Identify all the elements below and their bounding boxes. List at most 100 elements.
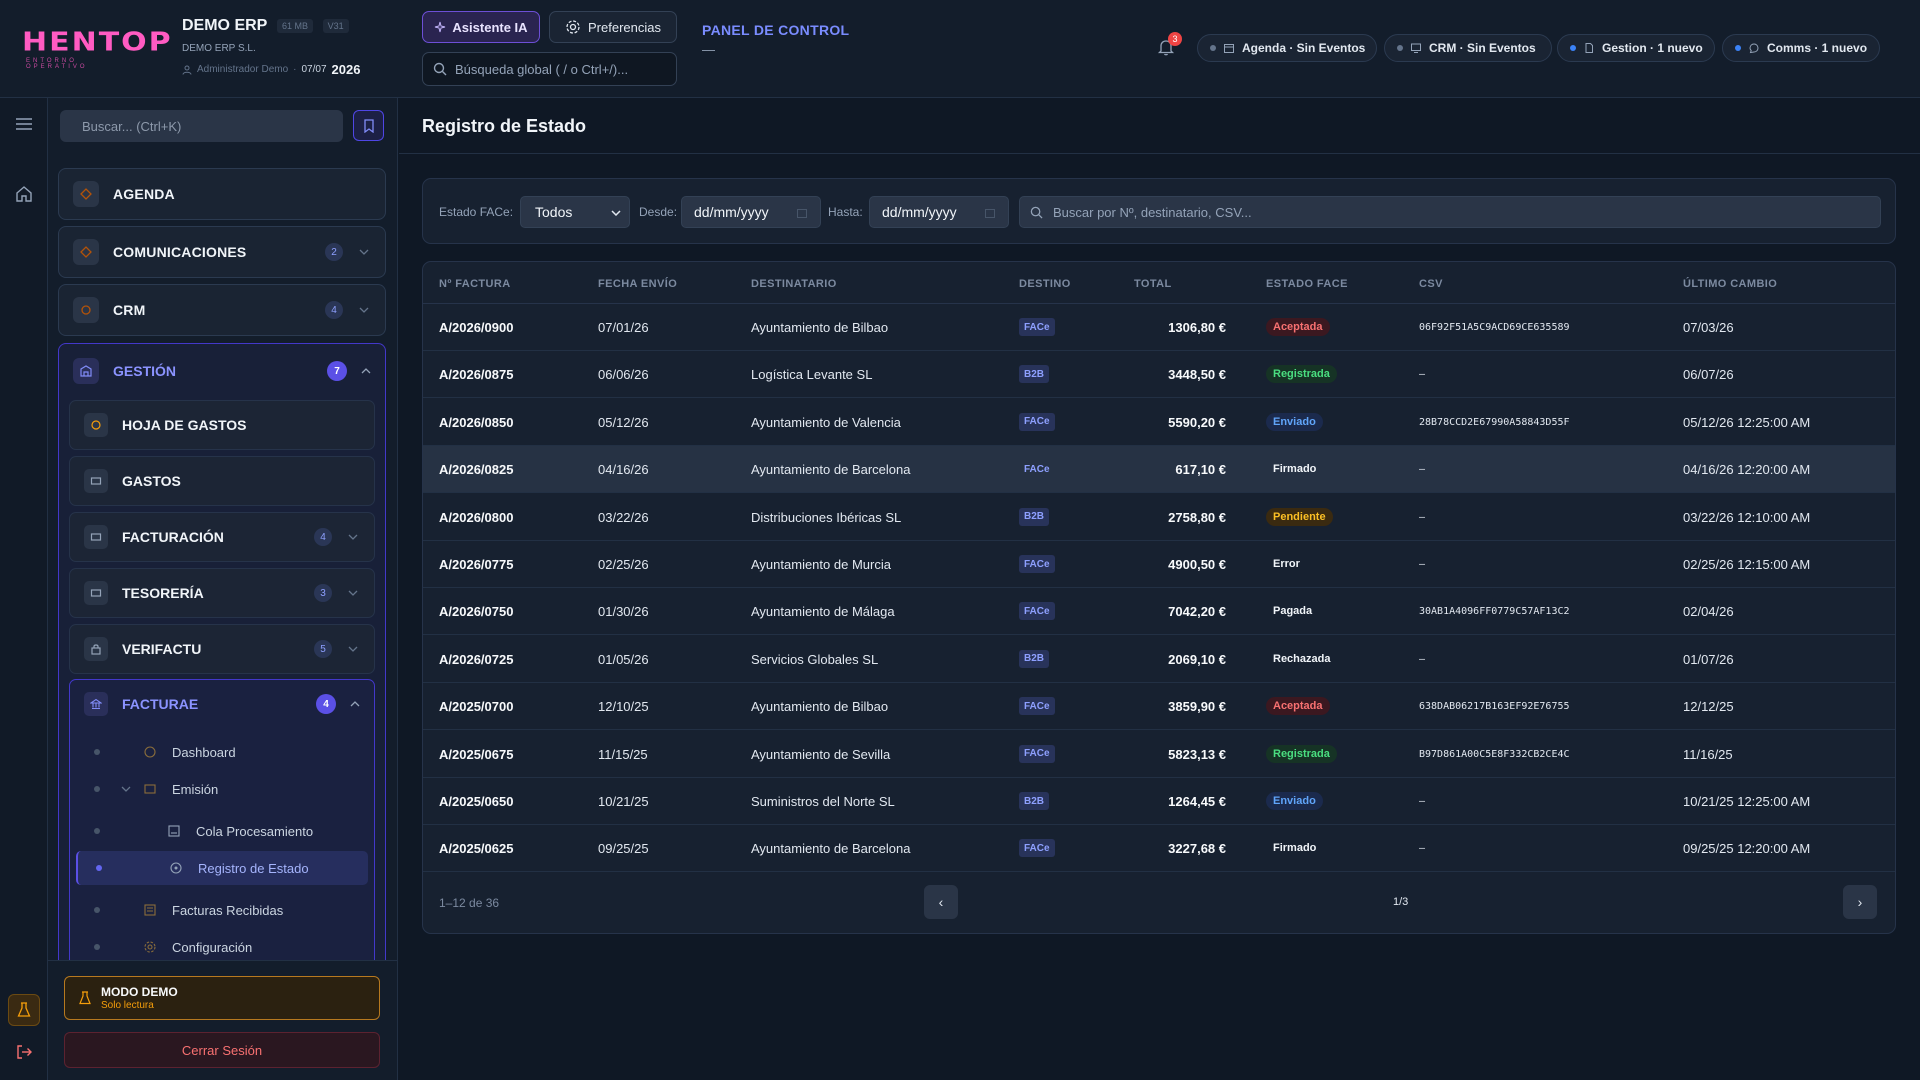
column-header-destinatario[interactable]: DESTINATARIO (751, 278, 837, 290)
next-page-button[interactable]: › (1843, 885, 1877, 919)
destination-badge: FACe (1019, 744, 1055, 763)
sidebar-item-gastos[interactable]: GASTOS (69, 456, 375, 506)
column-header-ultimo-cambio[interactable]: ÚLTIMO CAMBIO (1683, 278, 1777, 290)
tree-item-cola-procesamiento[interactable]: Cola Procesamiento (76, 814, 368, 848)
status-pill-gestion[interactable]: Gestion · 1 nuevo (1557, 34, 1715, 62)
cell-total: 617,10 € (1175, 462, 1226, 478)
cell-send-date: 09/25/25 (598, 841, 649, 857)
app-logo[interactable]: HENTOP ENTORNO OPERATIVO (22, 30, 171, 70)
company-name: DEMO ERP (182, 17, 268, 34)
status-pill-comms[interactable]: Comms · 1 nuevo (1722, 34, 1880, 62)
tree-item-dashboard[interactable]: Dashboard (76, 735, 368, 769)
sidebar-item-label: GASTOS (122, 473, 181, 489)
chevron-down-icon (611, 207, 621, 216)
tree-item-registro-de-estado[interactable]: Registro de Estado (76, 851, 368, 885)
global-search-input[interactable] (455, 61, 665, 77)
sidebar-item-crm[interactable]: CRM 4 (58, 284, 386, 336)
cell-recipient: Suministros del Norte SL (751, 794, 895, 809)
panel-title[interactable]: PANEL DE CONTROL (702, 22, 849, 38)
ai-assistant-button[interactable]: Asistente IA (422, 11, 540, 43)
cell-send-date: 04/16/26 (598, 462, 649, 478)
table-search[interactable] (1019, 196, 1881, 228)
menu-toggle-button[interactable] (12, 112, 36, 136)
notifications-button[interactable]: 3 (1157, 32, 1182, 58)
icon-rail (0, 98, 48, 1080)
table-row[interactable]: A/2026/0900 07/01/26 Ayuntamiento de Bilba… (423, 304, 1895, 351)
table-row[interactable]: A/2026/0800 03/22/26 Distribuciones Ibéric… (423, 494, 1895, 541)
table-row[interactable]: A/2025/0675 11/15/25 Ayuntamiento de Sevil… (423, 731, 1895, 778)
table-row[interactable]: A/2026/0825 04/16/26 Ayuntamiento de Barce… (423, 446, 1895, 494)
user-name: Administrador Demo (197, 64, 289, 75)
logout-button[interactable]: Cerrar Sesión (64, 1032, 380, 1068)
sidebar-item-comunicaciones[interactable]: COMUNICACIONES 2 (58, 226, 386, 278)
estado-face-select[interactable]: Todos (520, 196, 630, 228)
table-row[interactable]: A/2026/0850 05/12/26 Ayuntamiento de Valen… (423, 399, 1895, 446)
logout-icon-button[interactable] (12, 1040, 36, 1064)
cell-send-date: 12/10/25 (598, 699, 649, 715)
table-row[interactable]: A/2026/0725 01/05/26 Servicios Globales SL… (423, 636, 1895, 683)
lock-icon (84, 637, 108, 661)
cell-last-change: 10/21/25 12:25:00 AM (1683, 794, 1811, 809)
status-pill-crm[interactable]: CRM · Sin Eventos (1384, 34, 1552, 62)
table-row[interactable]: A/2026/0750 01/30/26 Ayuntamiento de Málag… (423, 588, 1895, 636)
chevron-down-icon[interactable] (118, 781, 134, 797)
desde-date-input[interactable]: dd/mm/yyyy (681, 196, 821, 228)
hasta-date-input[interactable]: dd/mm/yyyy (869, 196, 1009, 228)
sidebar-item-label: CRM (113, 302, 146, 318)
status-badge: Enviado (1266, 412, 1323, 431)
sidebar-item-facturacion[interactable]: FACTURACIÓN 4 (69, 512, 375, 562)
page-title: Registro de Estado (422, 116, 587, 136)
tree-item-configuracion[interactable]: Configuración (76, 930, 368, 964)
sidebar-search-input[interactable] (82, 118, 322, 134)
column-header-num[interactable]: Nº FACTURA (439, 278, 511, 290)
preferences-button[interactable]: Preferencias (549, 11, 677, 43)
cell-last-change: 12/12/25 (1683, 699, 1734, 715)
tree-item-label: Dashboard (172, 744, 236, 760)
receipt-icon (84, 413, 108, 437)
home-button[interactable] (12, 182, 36, 206)
cell-invoice-number: A/2026/0725 (439, 651, 514, 667)
cell-csv: B97D861A00C5E8F332CB2CE4C (1419, 748, 1570, 760)
size-badge: 61 MB (276, 19, 313, 33)
sidebar-item-hoja-de-gastos[interactable]: HOJA DE GASTOS (69, 400, 375, 450)
tree-item-facturas-recibidas[interactable]: Facturas Recibidas (76, 893, 368, 927)
sidebar-item-verifactu[interactable]: VERIFACTU 5 (69, 624, 375, 674)
calendar-icon[interactable] (984, 207, 996, 219)
column-header-total[interactable]: TOTAL (1134, 278, 1172, 290)
tree-item-emision[interactable]: Emisión (76, 772, 368, 806)
sidebar-item-agenda[interactable]: AGENDA (58, 168, 386, 220)
tree-item-label: Cola Procesamiento (196, 823, 314, 839)
table-row[interactable]: A/2025/0625 09/25/25 Ayuntamiento de Barce… (423, 825, 1895, 873)
table-search-input[interactable] (1053, 204, 1873, 220)
tree-dot (94, 749, 100, 755)
search-icon (433, 62, 447, 76)
sidebar-item-label: FACTURACIÓN (122, 529, 224, 545)
tree-dot (94, 786, 100, 792)
filter-bar: Estado FACe: Todos Desde: dd/mm/yyyy Has… (422, 178, 1896, 244)
chat-bubble-icon (1748, 42, 1760, 54)
sidebar-search[interactable] (60, 110, 343, 142)
column-header-estado[interactable]: ESTADO FACE (1266, 278, 1348, 290)
current-year[interactable]: 2026 (332, 62, 361, 77)
column-header-destino[interactable]: DESTINO (1019, 278, 1071, 290)
column-header-csv[interactable]: CSV (1419, 278, 1443, 290)
previous-page-button[interactable]: ‹ (924, 885, 958, 919)
calendar-icon[interactable] (796, 207, 808, 219)
status-pill-agenda[interactable]: Agenda · Sin Eventos (1197, 34, 1377, 62)
cell-send-date: 03/22/26 (598, 509, 649, 525)
demo-mode-button[interactable] (8, 994, 40, 1026)
table-row[interactable]: A/2025/0700 12/10/25 Ayuntamiento de Bilba… (423, 683, 1895, 731)
sidebar-item-tesoreria[interactable]: TESORERÍA 3 (69, 568, 375, 618)
cell-last-change: 05/12/26 12:25:00 AM (1683, 414, 1811, 430)
table-row[interactable]: A/2026/0875 06/06/26 Logística Levante SL 3… (423, 351, 1895, 399)
global-search[interactable] (422, 52, 677, 86)
sidebar-item-gestion[interactable]: GESTIÓN 7 (59, 344, 385, 398)
table-row[interactable]: A/2026/0775 02/25/26 Ayuntamiento de Murci… (423, 541, 1895, 588)
destination-badge: B2B (1019, 649, 1050, 668)
sidebar-item-facturae[interactable]: FACTURAE 4 (70, 680, 374, 728)
table-row[interactable]: A/2025/0650 10/21/25 Suministros del Norte… (423, 778, 1895, 825)
column-header-fecha[interactable]: FECHA ENVÍO (598, 278, 677, 290)
destination-badge: B2B (1019, 365, 1050, 384)
sidebar-pin-button[interactable] (353, 110, 384, 141)
chevron-up-icon (350, 701, 360, 707)
